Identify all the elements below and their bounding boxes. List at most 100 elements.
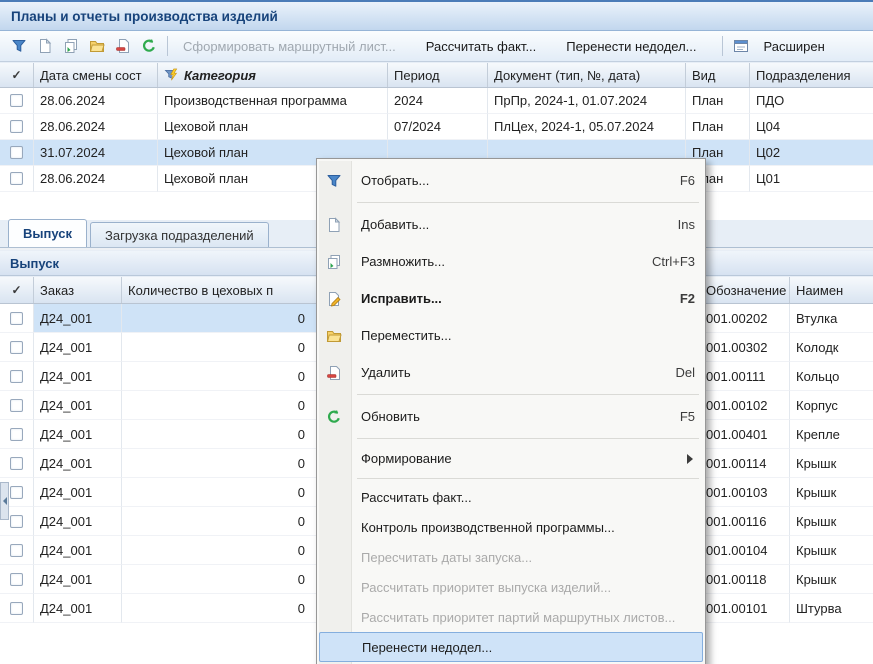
- cell-check: [0, 114, 34, 140]
- cell-division: Ц04: [750, 114, 873, 140]
- row-checkbox[interactable]: [10, 573, 23, 586]
- row-checkbox[interactable]: [10, 94, 23, 107]
- calc-fact-button[interactable]: Рассчитать факт...: [416, 34, 547, 58]
- cell-order: Д24_001: [34, 594, 122, 623]
- context-menu-item[interactable]: Обновить F5: [319, 398, 703, 435]
- cell-date: 31.07.2024: [34, 140, 158, 166]
- new-document-icon: [319, 217, 349, 233]
- plans-col-category[interactable]: Категория: [158, 63, 388, 87]
- context-menu-item[interactable]: Формирование: [319, 442, 703, 475]
- plans-table-row[interactable]: 28.06.2024 Цеховой план 07/2024 ПлЦех, 2…: [0, 114, 873, 140]
- menu-item-shortcut: F5: [664, 409, 695, 424]
- row-checkbox[interactable]: [10, 341, 23, 354]
- cell-category: Производственная программа: [158, 88, 388, 114]
- row-checkbox[interactable]: [10, 399, 23, 412]
- row-checkbox[interactable]: [10, 172, 23, 185]
- section-title: Выпуск: [10, 256, 59, 271]
- context-menu-item[interactable]: Удалить Del: [319, 354, 703, 391]
- cell-check: [0, 362, 34, 391]
- cell-quantity: 0: [122, 594, 318, 623]
- release-col-name[interactable]: Наимен: [790, 277, 873, 303]
- context-menu-item[interactable]: Отобрать... F6: [319, 162, 703, 199]
- row-checkbox[interactable]: [10, 120, 23, 133]
- plans-col-document[interactable]: Документ (тип, №, дата): [488, 63, 686, 87]
- row-checkbox[interactable]: [10, 146, 23, 159]
- context-menu-item[interactable]: Переместить...: [319, 317, 703, 354]
- row-checkbox[interactable]: [10, 515, 23, 528]
- menu-item-label: Удалить: [361, 365, 411, 380]
- cell-name: Корпус: [790, 391, 873, 420]
- new-document-icon[interactable]: [32, 34, 58, 58]
- context-menu-item[interactable]: Рассчитать факт...: [319, 482, 703, 512]
- cell-name: Штурва: [790, 594, 873, 623]
- cell-order: Д24_001: [34, 565, 122, 594]
- cell-designation: 001.00102: [700, 391, 790, 420]
- cell-name: Колодк: [790, 333, 873, 362]
- cell-order: Д24_001: [34, 304, 122, 333]
- cell-check: [0, 449, 34, 478]
- cell-quantity: 0: [122, 391, 318, 420]
- cell-designation: 001.00302: [700, 333, 790, 362]
- collapse-panel-handle[interactable]: [0, 482, 9, 520]
- cell-designation: 001.00101: [700, 594, 790, 623]
- cell-order: Д24_001: [34, 333, 122, 362]
- tab-vypusk[interactable]: Выпуск: [8, 219, 87, 247]
- cell-quantity: 0: [122, 304, 318, 333]
- cell-document: ПрПр, 2024-1, 01.07.2024: [488, 88, 686, 114]
- cell-check: [0, 333, 34, 362]
- context-menu-item[interactable]: Размножить... Ctrl+F3: [319, 243, 703, 280]
- refresh-icon[interactable]: [136, 34, 162, 58]
- cell-quantity: 0: [122, 333, 318, 362]
- advanced-icon[interactable]: [728, 34, 754, 58]
- cell-order: Д24_001: [34, 536, 122, 565]
- filter-icon[interactable]: [6, 34, 32, 58]
- context-menu-item[interactable]: Перенести недодел...: [319, 632, 703, 662]
- row-checkbox[interactable]: [10, 370, 23, 383]
- category-filter-icon: [164, 68, 179, 83]
- context-menu-item[interactable]: Контроль производственной программы...: [319, 512, 703, 542]
- row-checkbox[interactable]: [10, 312, 23, 325]
- release-col-quantity[interactable]: Количество в цеховых п: [122, 277, 318, 303]
- toolbar-icons: [6, 34, 162, 58]
- edit-document-icon: [319, 291, 349, 307]
- plans-col-kind[interactable]: Вид: [686, 63, 750, 87]
- menu-item-shortcut: Ins: [662, 217, 695, 232]
- release-col-order[interactable]: Заказ: [34, 277, 122, 303]
- row-checkbox[interactable]: [10, 602, 23, 615]
- context-menu-item[interactable]: Добавить... Ins: [319, 206, 703, 243]
- release-col-check[interactable]: ✓: [0, 277, 34, 303]
- cell-order: Д24_001: [34, 449, 122, 478]
- plans-col-check[interactable]: ✓: [0, 63, 34, 87]
- delete-document-icon[interactable]: [110, 34, 136, 58]
- row-checkbox[interactable]: [10, 486, 23, 499]
- cell-quantity: 0: [122, 420, 318, 449]
- row-checkbox[interactable]: [10, 428, 23, 441]
- cell-period: 2024: [388, 88, 488, 114]
- row-checkbox[interactable]: [10, 544, 23, 557]
- menu-item-label: Перенести недодел...: [362, 640, 492, 655]
- release-col-designation[interactable]: Обозначение: [700, 277, 790, 303]
- plans-col-division[interactable]: Подразделения: [750, 63, 873, 87]
- transfer-shortfall-button[interactable]: Перенести недодел...: [556, 34, 706, 58]
- context-menu-item[interactable]: Исправить... F2: [319, 280, 703, 317]
- cell-designation: 001.00202: [700, 304, 790, 333]
- open-folder-icon[interactable]: [84, 34, 110, 58]
- context-menu-item: Рассчитать приоритет партий маршрутных л…: [319, 602, 703, 632]
- cell-quantity: 0: [122, 507, 318, 536]
- copy-document-icon[interactable]: [58, 34, 84, 58]
- menu-separator: [357, 394, 699, 395]
- menu-separator: [357, 478, 699, 479]
- menu-item-label: Размножить...: [361, 254, 445, 269]
- cell-designation: 001.00104: [700, 536, 790, 565]
- row-checkbox[interactable]: [10, 457, 23, 470]
- plans-col-date[interactable]: Дата смены сост: [34, 63, 158, 87]
- cell-designation: 001.00401: [700, 420, 790, 449]
- advanced-button[interactable]: Расширен: [754, 34, 835, 58]
- cell-check: [0, 594, 34, 623]
- context-menu: Отобрать... F6 Добавить... Ins Размножит…: [316, 158, 706, 664]
- menu-separator: [357, 202, 699, 203]
- plans-table-row[interactable]: 28.06.2024 Производственная программа 20…: [0, 88, 873, 114]
- plans-col-period[interactable]: Период: [388, 63, 488, 87]
- cell-division: ПДО: [750, 88, 873, 114]
- tab-zagruzka-podrazdeleniy[interactable]: Загрузка подразделений: [90, 222, 269, 247]
